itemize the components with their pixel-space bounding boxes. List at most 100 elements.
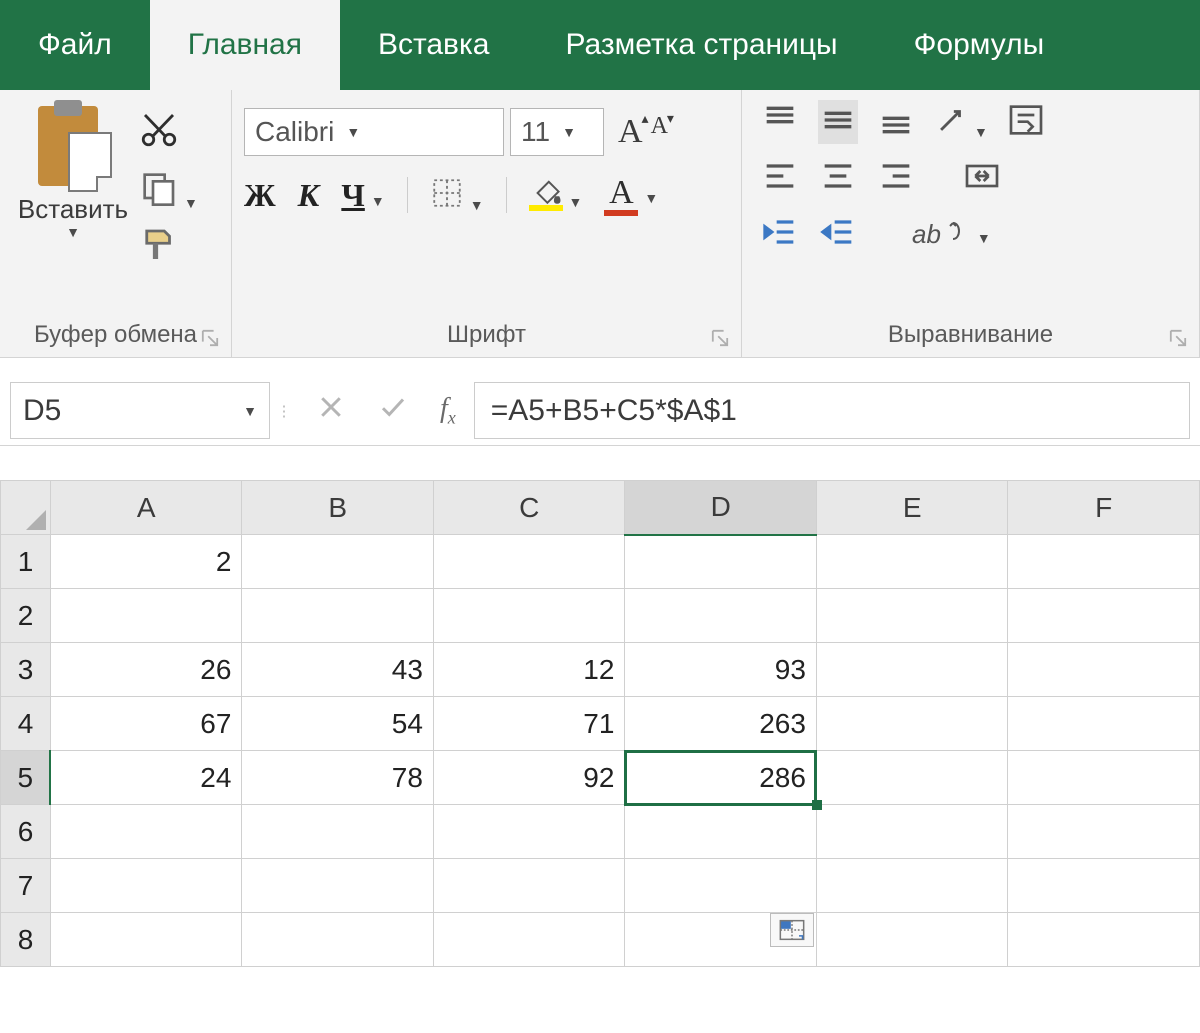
align-top-icon[interactable] bbox=[760, 100, 800, 144]
cell-D2[interactable] bbox=[625, 589, 817, 643]
copy-icon[interactable]: ▼ bbox=[138, 168, 198, 210]
cell-C8[interactable] bbox=[433, 913, 625, 967]
cell-B4[interactable]: 54 bbox=[242, 697, 434, 751]
tab-page-layout[interactable]: Разметка страницы bbox=[527, 0, 875, 90]
align-bottom-icon[interactable] bbox=[876, 100, 916, 144]
cell-A8[interactable] bbox=[50, 913, 242, 967]
font-color-button[interactable]: A▼ bbox=[604, 174, 658, 216]
cell-F6[interactable] bbox=[1008, 805, 1200, 859]
cell-E2[interactable] bbox=[816, 589, 1008, 643]
merge-cells-icon[interactable] bbox=[962, 156, 1002, 200]
cell-D4[interactable]: 263 bbox=[625, 697, 817, 751]
cell-F2[interactable] bbox=[1008, 589, 1200, 643]
underline-button[interactable]: Ч▼ bbox=[341, 177, 384, 214]
autofill-options-icon[interactable] bbox=[770, 913, 814, 947]
row-header-3[interactable]: 3 bbox=[1, 643, 51, 697]
cell-D3[interactable]: 93 bbox=[625, 643, 817, 697]
orientation-ab-button[interactable]: ab ▼ bbox=[912, 219, 991, 250]
cell-grid[interactable]: ABCDEF1223264312934675471263524789228667… bbox=[0, 480, 1200, 967]
increase-font-icon[interactable]: A▴ bbox=[618, 113, 645, 151]
format-painter-icon[interactable] bbox=[138, 224, 180, 270]
cell-B2[interactable] bbox=[242, 589, 434, 643]
row-header-4[interactable]: 4 bbox=[1, 697, 51, 751]
cell-E3[interactable] bbox=[816, 643, 1008, 697]
cell-E1[interactable] bbox=[816, 535, 1008, 589]
font-name-combo[interactable]: Calibri▼ bbox=[244, 108, 504, 156]
cell-E4[interactable] bbox=[816, 697, 1008, 751]
tab-formulas[interactable]: Формулы bbox=[876, 0, 1083, 90]
insert-function-icon[interactable]: fx bbox=[440, 393, 456, 429]
cell-C2[interactable] bbox=[433, 589, 625, 643]
cell-B5[interactable]: 78 bbox=[242, 751, 434, 805]
decrease-indent-icon[interactable] bbox=[760, 212, 800, 256]
cell-F1[interactable] bbox=[1008, 535, 1200, 589]
decrease-font-icon[interactable]: A▾ bbox=[651, 113, 670, 151]
name-box[interactable]: D5 ▼ bbox=[10, 382, 270, 439]
column-header-E[interactable]: E bbox=[816, 481, 1008, 535]
cell-B8[interactable] bbox=[242, 913, 434, 967]
tab-insert[interactable]: Вставка bbox=[340, 0, 528, 90]
cell-A6[interactable] bbox=[50, 805, 242, 859]
row-header-5[interactable]: 5 bbox=[1, 751, 51, 805]
align-center-icon[interactable] bbox=[818, 156, 858, 200]
column-header-F[interactable]: F bbox=[1008, 481, 1200, 535]
cell-F8[interactable] bbox=[1008, 913, 1200, 967]
confirm-edit-icon[interactable] bbox=[378, 392, 408, 430]
column-header-D[interactable]: D bbox=[625, 481, 817, 535]
paste-dropdown[interactable]: ▼ bbox=[66, 225, 80, 239]
tab-file[interactable]: Файл bbox=[0, 0, 150, 90]
orientation-button[interactable]: ▼ bbox=[934, 103, 988, 141]
increase-indent-icon[interactable] bbox=[818, 212, 858, 256]
cell-A4[interactable]: 67 bbox=[50, 697, 242, 751]
row-header-8[interactable]: 8 bbox=[1, 913, 51, 967]
cell-D7[interactable] bbox=[625, 859, 817, 913]
row-header-7[interactable]: 7 bbox=[1, 859, 51, 913]
wrap-text-icon[interactable] bbox=[1006, 100, 1046, 144]
cell-A5[interactable]: 24 bbox=[50, 751, 242, 805]
align-right-icon[interactable] bbox=[876, 156, 916, 200]
cell-C1[interactable] bbox=[433, 535, 625, 589]
cell-E5[interactable] bbox=[816, 751, 1008, 805]
tab-home[interactable]: Главная bbox=[150, 0, 340, 90]
row-header-6[interactable]: 6 bbox=[1, 805, 51, 859]
cell-F7[interactable] bbox=[1008, 859, 1200, 913]
clipboard-launcher-icon[interactable] bbox=[201, 329, 219, 347]
borders-button[interactable]: ▼ bbox=[430, 176, 484, 214]
cell-C4[interactable]: 71 bbox=[433, 697, 625, 751]
select-all-corner[interactable] bbox=[1, 481, 51, 535]
cell-F3[interactable] bbox=[1008, 643, 1200, 697]
cell-E7[interactable] bbox=[816, 859, 1008, 913]
cell-E8[interactable] bbox=[816, 913, 1008, 967]
align-left-icon[interactable] bbox=[760, 156, 800, 200]
cell-C6[interactable] bbox=[433, 805, 625, 859]
cell-F4[interactable] bbox=[1008, 697, 1200, 751]
alignment-launcher-icon[interactable] bbox=[1169, 329, 1187, 347]
row-header-2[interactable]: 2 bbox=[1, 589, 51, 643]
cut-icon[interactable] bbox=[138, 108, 180, 154]
column-header-B[interactable]: B bbox=[242, 481, 434, 535]
cell-D1[interactable] bbox=[625, 535, 817, 589]
paste-icon[interactable] bbox=[34, 100, 112, 192]
cell-C7[interactable] bbox=[433, 859, 625, 913]
cell-F5[interactable] bbox=[1008, 751, 1200, 805]
italic-button[interactable]: К bbox=[298, 177, 320, 214]
cell-A1[interactable]: 2 bbox=[50, 535, 242, 589]
cell-D6[interactable] bbox=[625, 805, 817, 859]
row-header-1[interactable]: 1 bbox=[1, 535, 51, 589]
cell-B1[interactable] bbox=[242, 535, 434, 589]
align-middle-icon[interactable] bbox=[818, 100, 858, 144]
column-header-A[interactable]: A bbox=[50, 481, 242, 535]
column-header-C[interactable]: C bbox=[433, 481, 625, 535]
cell-E6[interactable] bbox=[816, 805, 1008, 859]
cell-A2[interactable] bbox=[50, 589, 242, 643]
cancel-edit-icon[interactable] bbox=[316, 392, 346, 430]
paste-button[interactable]: Вставить bbox=[18, 194, 128, 225]
formula-bar[interactable]: =A5+B5+C5*$A$1 bbox=[474, 382, 1190, 439]
cell-C5[interactable]: 92 bbox=[433, 751, 625, 805]
cell-B3[interactable]: 43 bbox=[242, 643, 434, 697]
cell-D5[interactable]: 286 bbox=[625, 751, 817, 805]
name-box-dropdown[interactable]: ▼ bbox=[243, 404, 257, 418]
cell-B7[interactable] bbox=[242, 859, 434, 913]
cell-A7[interactable] bbox=[50, 859, 242, 913]
cell-A3[interactable]: 26 bbox=[50, 643, 242, 697]
